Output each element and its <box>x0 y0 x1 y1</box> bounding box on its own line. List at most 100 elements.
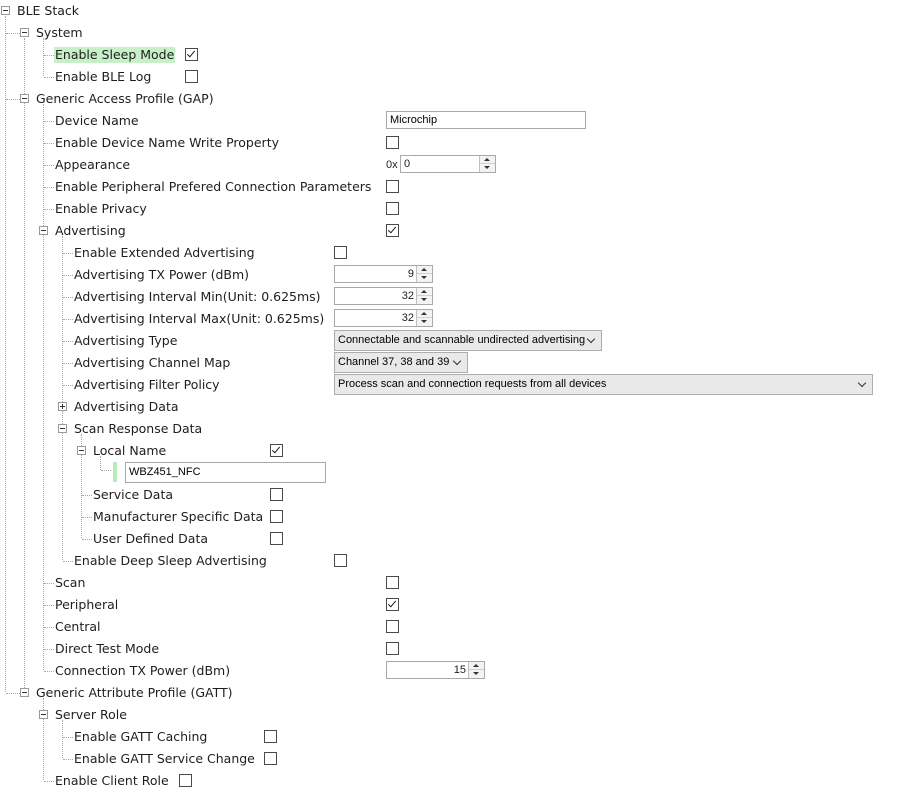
tree-connector <box>44 209 54 210</box>
spin-down-icon[interactable] <box>417 274 432 282</box>
tree-label: Advertising Interval Min(Unit: 0.625ms) <box>74 289 321 304</box>
direct-test-mode-checkbox[interactable] <box>386 642 399 655</box>
tree-row-central: Central <box>0 616 905 638</box>
spin-down-icon[interactable] <box>469 670 484 678</box>
expand-icon[interactable] <box>58 402 67 411</box>
collapse-icon[interactable] <box>20 28 29 37</box>
tree-row-enable-deep-sleep-adv: Enable Deep Sleep Advertising <box>0 550 905 572</box>
enable-ble-log-checkbox[interactable] <box>185 70 198 83</box>
appearance-spinner[interactable]: 0 <box>400 155 496 173</box>
tree-label: Enable BLE Log <box>55 69 152 84</box>
tree-row-local-name: Local Name <box>0 440 905 462</box>
enable-extended-adv-checkbox[interactable] <box>334 246 347 259</box>
adv-interval-max-spinner[interactable]: 32 <box>334 309 433 327</box>
central-checkbox[interactable] <box>386 620 399 633</box>
tree-label: Local Name <box>93 443 167 458</box>
tree-connector <box>101 470 111 471</box>
enable-deep-sleep-adv-checkbox[interactable] <box>334 554 347 567</box>
device-name-input[interactable]: Microchip <box>386 111 586 129</box>
tree-connector <box>82 539 92 540</box>
enable-device-name-write-checkbox[interactable] <box>386 136 399 149</box>
hex-prefix: 0x <box>386 159 398 171</box>
spin-down-icon[interactable] <box>480 164 495 172</box>
tree-label: Generic Attribute Profile (GATT) <box>36 685 233 700</box>
conn-tx-power-spinner[interactable]: 15 <box>386 661 485 679</box>
user-defined-data-checkbox[interactable] <box>270 532 283 545</box>
tree-row-enable-sleep-mode: Enable Sleep Mode <box>0 44 905 66</box>
spin-up-icon[interactable] <box>417 310 432 318</box>
tree-connector <box>44 583 54 584</box>
tree-row-gap: Generic Access Profile (GAP) <box>0 88 905 110</box>
tree-label: Enable Extended Advertising <box>74 245 255 260</box>
tree-row-enable-gatt-caching: Enable GATT Caching <box>0 726 905 748</box>
tree-label: BLE Stack <box>17 3 80 18</box>
tree-connector <box>44 671 54 672</box>
local-name-checkbox[interactable] <box>270 444 283 457</box>
tree-connector <box>44 55 54 56</box>
tree-label: Advertising Data <box>74 399 179 414</box>
local-name-input[interactable]: WBZ451_NFC <box>125 462 326 483</box>
spinner-buttons <box>479 156 495 172</box>
enable-gatt-caching-checkbox[interactable] <box>264 730 277 743</box>
tree-row-adv-interval-min: Advertising Interval Min(Unit: 0.625ms) … <box>0 286 905 308</box>
tree-label: Direct Test Mode <box>55 641 160 656</box>
tree-connector <box>63 737 73 738</box>
enable-gatt-service-change-checkbox[interactable] <box>264 752 277 765</box>
tree-row-enable-gatt-service-change: Enable GATT Service Change <box>0 748 905 770</box>
collapse-icon[interactable] <box>39 226 48 235</box>
tree-connector <box>6 33 20 34</box>
tree-connector <box>82 495 92 496</box>
spin-up-icon[interactable] <box>480 156 495 164</box>
tree-connector <box>63 253 73 254</box>
collapse-icon[interactable] <box>20 688 29 697</box>
collapse-icon[interactable] <box>77 446 86 455</box>
spin-up-icon[interactable] <box>417 288 432 296</box>
adv-channel-map-dropdown[interactable]: Channel 37, 38 and 39 <box>334 352 468 373</box>
spin-up-icon[interactable] <box>469 662 484 670</box>
adv-type-dropdown[interactable]: Connectable and scannable undirected adv… <box>334 330 602 351</box>
collapse-icon[interactable] <box>39 710 48 719</box>
tree-row-user-defined-data: User Defined Data <box>0 528 905 550</box>
dropdown-value: Process scan and connection requests fro… <box>338 378 607 390</box>
spin-down-icon[interactable] <box>417 318 432 326</box>
tree-row-enable-extended-adv: Enable Extended Advertising <box>0 242 905 264</box>
tree-row-system: System <box>0 22 905 44</box>
tree-label-selected[interactable]: Enable Sleep Mode <box>54 47 176 63</box>
tree-row-adv-tx-power: Advertising TX Power (dBm) 9 <box>0 264 905 286</box>
enable-peripheral-pref-checkbox[interactable] <box>386 180 399 193</box>
enable-sleep-mode-checkbox[interactable] <box>185 48 198 61</box>
service-data-checkbox[interactable] <box>270 488 283 501</box>
spinner-value: 32 <box>401 312 414 324</box>
advertising-checkbox[interactable] <box>386 224 399 237</box>
spin-up-icon[interactable] <box>417 266 432 274</box>
peripheral-checkbox[interactable] <box>386 598 399 611</box>
tree-row-direct-test-mode: Direct Test Mode <box>0 638 905 660</box>
adv-tx-power-spinner[interactable]: 9 <box>334 265 433 283</box>
tree-row-device-name: Device Name Microchip <box>0 110 905 132</box>
spinner-buttons <box>416 288 432 304</box>
tree-connector <box>44 77 54 78</box>
collapse-icon[interactable] <box>20 94 29 103</box>
scan-checkbox[interactable] <box>386 576 399 589</box>
collapse-icon[interactable] <box>58 424 67 433</box>
tree-connector <box>63 319 73 320</box>
tree-label: Enable GATT Service Change <box>74 751 255 766</box>
tree-connector <box>44 627 54 628</box>
manufacturer-data-checkbox[interactable] <box>270 510 283 523</box>
tree-connector <box>44 143 54 144</box>
collapse-icon[interactable] <box>1 6 10 15</box>
tree-connector <box>6 693 20 694</box>
tree-label: Scan <box>55 575 86 590</box>
enable-client-role-checkbox[interactable] <box>179 774 192 787</box>
tree-row-local-name-value: WBZ451_NFC <box>0 462 905 484</box>
adv-interval-min-spinner[interactable]: 32 <box>334 287 433 305</box>
enable-privacy-checkbox[interactable] <box>386 202 399 215</box>
tree-row-ble-stack: BLE Stack <box>0 0 905 22</box>
spin-down-icon[interactable] <box>417 296 432 304</box>
spinner-buttons <box>416 310 432 326</box>
tree-connector <box>63 341 73 342</box>
tree-label: Advertising <box>55 223 126 238</box>
tree-connector <box>63 275 73 276</box>
tree-label: Peripheral <box>55 597 119 612</box>
adv-filter-policy-dropdown[interactable]: Process scan and connection requests fro… <box>334 374 873 395</box>
